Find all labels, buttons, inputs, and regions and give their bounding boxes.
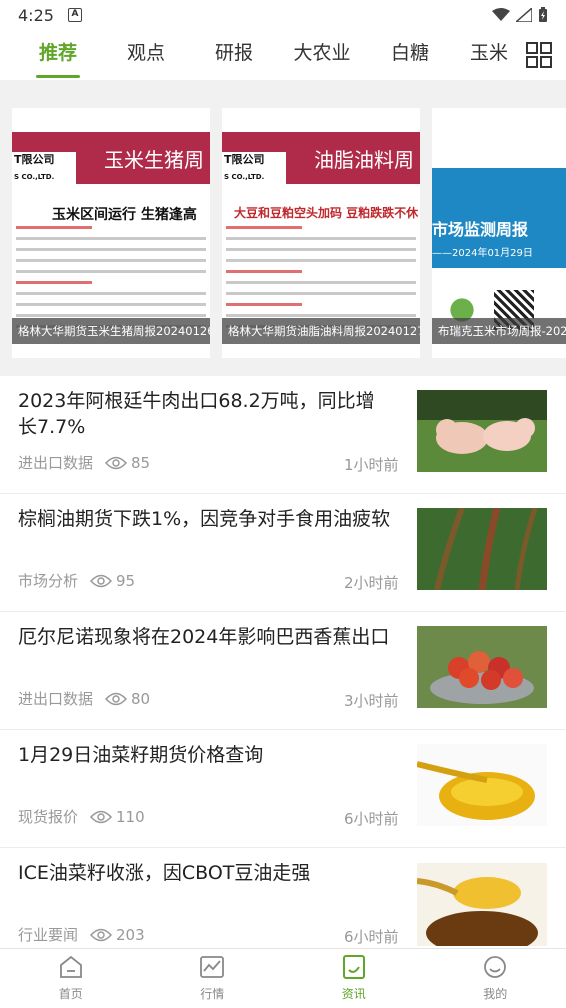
tab-research[interactable]: 研报 [190, 30, 278, 80]
news-time: 2小时前 [344, 574, 399, 592]
bottom-nav: 首页 行情 资讯 我的 [0, 948, 566, 1008]
view-count: 85 [131, 453, 151, 472]
report-caption: 格林大华期货玉米生猪周报20240126 [12, 318, 210, 344]
nav-mine-label: 我的 [483, 987, 508, 1001]
company-logo: T限公司 S CO.,LTD. [12, 152, 76, 188]
wifi-icon [492, 8, 510, 21]
eye-icon [105, 692, 128, 705]
news-thumbnail-apples [417, 626, 547, 708]
news-category: 进出口数据 [18, 454, 94, 472]
news-title: 厄尔尼诺现象将在2024年影响巴西香蕉出口 [18, 626, 390, 648]
news-category: 进出口数据 [18, 690, 94, 708]
report-caption: 格林大华期货油脂油料周报20240127 [222, 318, 420, 344]
view-count: 80 [131, 689, 151, 708]
news-title: 棕榈油期货下跌1%，因竞争对手食用油疲软 [18, 508, 391, 530]
profile-icon [484, 956, 507, 978]
status-time: 4:25 [18, 5, 54, 25]
grid-menu-icon[interactable] [526, 42, 552, 68]
status-bar: 4:25 A [0, 0, 566, 30]
news-thumbnail-pigs [417, 390, 547, 472]
report-carousel: 玉米生猪周 T限公司 S CO.,LTD. 玉米区间运行 生猪逢高 格林大华期货玉… [0, 80, 566, 376]
report-card[interactable]: 玉米生猪周 T限公司 S CO.,LTD. 玉米区间运行 生猪逢高 格林大华期货玉… [12, 108, 210, 358]
eye-icon [90, 928, 113, 941]
news-title: 2023年阿根廷牛肉出口68.2万吨，同比增长7.7% [18, 390, 375, 438]
news-time: 3小时前 [344, 692, 399, 710]
view-count: 95 [116, 571, 136, 590]
news-thumbnail-oil-spoon [417, 863, 547, 946]
chart-icon [200, 956, 225, 978]
tab-sugar[interactable]: 白糖 [366, 30, 454, 80]
news-title: ICE油菜籽收涨，因CBOT豆油走强 [18, 862, 311, 884]
news-icon [342, 955, 365, 979]
news-item[interactable]: 2023年阿根廷牛肉出口68.2万吨，同比增长7.7% 进出口数据 85 1小时… [0, 376, 566, 494]
report-card[interactable]: 油脂油料周 T限公司 S CO.,LTD. 大豆和豆粕空头加码 豆粕跌跌不休 格林… [222, 108, 420, 358]
notification-icon: A [67, 8, 82, 22]
news-category: 行业要闻 [18, 926, 79, 944]
news-category: 现货报价 [18, 808, 79, 826]
eye-icon [90, 574, 113, 587]
nav-news[interactable]: 资讯 [283, 949, 425, 1008]
nav-home[interactable]: 首页 [0, 949, 142, 1008]
nav-market-label: 行情 [200, 987, 225, 1001]
tab-recommend[interactable]: 推荐 [14, 30, 102, 80]
news-thumbnail-oil [417, 744, 547, 826]
report-card[interactable]: 市场监测周报 ——2024年01月29日 布瑞克玉米市场周报-20240 [432, 108, 566, 358]
news-item[interactable]: 厄尔尼诺现象将在2024年影响巴西香蕉出口 进出口数据 80 3小时前 [0, 612, 566, 730]
report-subtitle: 玉米区间运行 生猪逢高 [52, 207, 197, 223]
home-icon [59, 955, 82, 978]
report-header: 市场监测周报 ——2024年01月29日 [432, 168, 566, 268]
nav-mine[interactable]: 我的 [425, 949, 566, 1008]
news-time: 1小时前 [344, 456, 399, 474]
tab-corn[interactable]: 玉米 [454, 30, 524, 80]
category-tabs: 推荐 观点 研报 大农业 白糖 玉米 [0, 30, 566, 80]
eye-icon [105, 456, 128, 469]
news-item[interactable]: 棕榈油期货下跌1%，因竞争对手食用油疲软 市场分析 95 2小时前 [0, 494, 566, 612]
battery-icon [539, 7, 547, 22]
news-item[interactable]: 1月29日油菜籽期货价格查询 现货报价 110 6小时前 [0, 730, 566, 848]
news-category: 市场分析 [18, 572, 79, 590]
tab-agriculture[interactable]: 大农业 [278, 30, 366, 80]
news-title: 1月29日油菜籽期货价格查询 [18, 744, 264, 766]
view-count: 203 [116, 925, 145, 944]
report-caption: 布瑞克玉米市场周报-20240 [432, 318, 566, 344]
nav-home-label: 首页 [58, 987, 83, 1001]
news-time: 6小时前 [344, 810, 399, 828]
nav-news-label: 资讯 [341, 987, 366, 1001]
tab-opinion[interactable]: 观点 [102, 30, 190, 80]
report-subtitle: 大豆和豆粕空头加码 豆粕跌跌不休 [234, 206, 419, 220]
nav-market[interactable]: 行情 [142, 949, 284, 1008]
view-count: 110 [116, 807, 145, 826]
company-logo: T限公司 S CO.,LTD. [222, 152, 286, 188]
eye-icon [90, 810, 113, 823]
signal-icon [516, 8, 532, 22]
news-thumbnail-palm [417, 508, 547, 590]
news-time: 6小时前 [344, 928, 399, 946]
